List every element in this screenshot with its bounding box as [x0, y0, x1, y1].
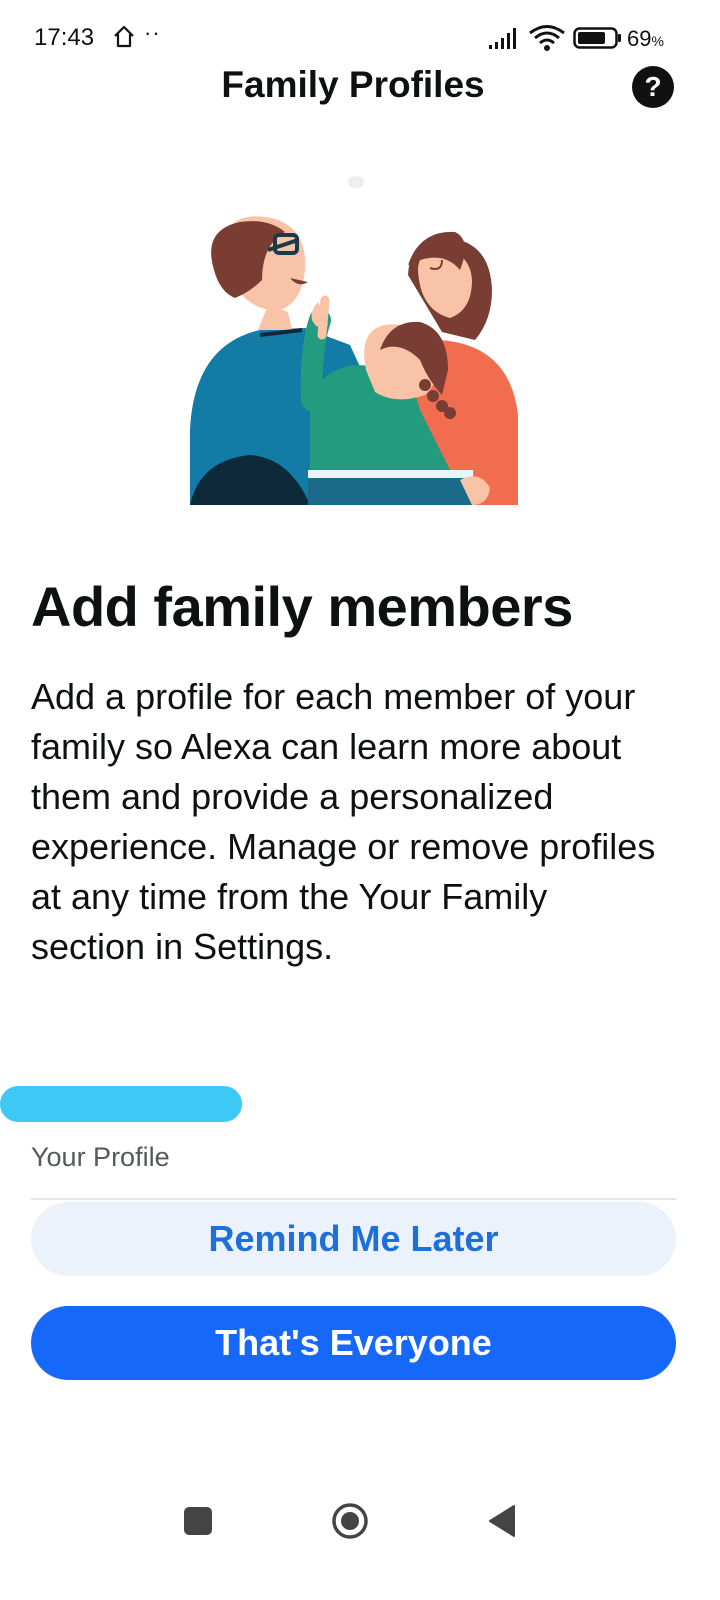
- family-illustration: [190, 176, 518, 505]
- signal-icon: [489, 28, 516, 49]
- page-title: Family Profiles: [221, 64, 485, 105]
- battery-percent: 69%: [627, 26, 664, 51]
- description: Add a profile for each member of your fa…: [31, 676, 656, 967]
- help-button[interactable]: ?: [632, 66, 674, 108]
- remind-me-later-button[interactable]: Remind Me Later: [31, 1202, 676, 1276]
- profile-name-redaction: [0, 1086, 242, 1122]
- battery-icon: [573, 27, 621, 49]
- status-time: 17:43: [34, 24, 95, 51]
- home-icon[interactable]: [331, 1502, 369, 1540]
- system-nav-bar: [0, 1480, 720, 1600]
- headline: Add family members: [31, 575, 573, 638]
- profile-label: Your Profile: [31, 1142, 170, 1172]
- status-dots: ··: [144, 20, 161, 45]
- divider: [31, 1198, 676, 1200]
- recent-apps-icon[interactable]: [184, 1507, 212, 1535]
- home-outline-icon: [114, 25, 134, 48]
- thats-everyone-button[interactable]: That's Everyone: [31, 1306, 676, 1380]
- back-icon[interactable]: [488, 1504, 516, 1538]
- wifi-icon: [529, 25, 565, 51]
